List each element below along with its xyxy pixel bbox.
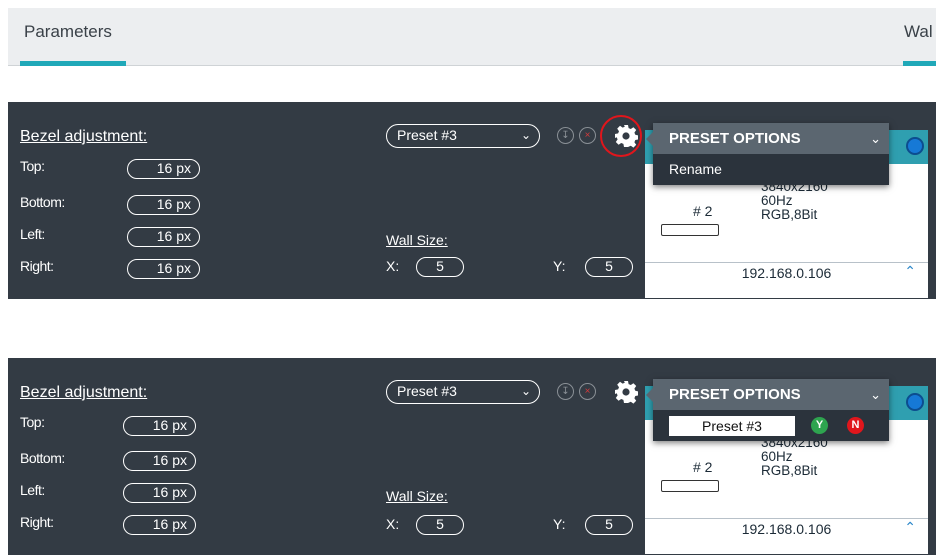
bezel-top-label: Top: bbox=[20, 158, 45, 174]
bezel-adjustment-title: Bezel adjustment: bbox=[20, 384, 148, 401]
monitor-id: # 2 bbox=[693, 459, 713, 475]
menu-pointer bbox=[646, 132, 653, 146]
status-indicator-icon[interactable] bbox=[906, 393, 924, 411]
bezel-right-input[interactable]: 16 px bbox=[127, 259, 200, 279]
ip-address: 192.168.0.106 bbox=[741, 521, 832, 537]
chevron-down-icon: ⌄ bbox=[870, 131, 881, 146]
tab-parameters-active-indicator bbox=[20, 61, 126, 66]
download-icon[interactable]: ↧ bbox=[557, 383, 574, 400]
bezel-top-input[interactable]: 16 px bbox=[123, 416, 196, 436]
monitor-specs: 3840x2160 60Hz RGB,8Bit bbox=[761, 180, 828, 222]
ip-address: 192.168.0.106 bbox=[741, 265, 832, 281]
tab-wall[interactable]: Wal bbox=[904, 22, 933, 42]
highlight-circle bbox=[600, 115, 642, 157]
cancel-no-button[interactable]: N bbox=[847, 417, 864, 434]
bezel-right-input[interactable]: 16 px bbox=[123, 515, 196, 535]
chevron-down-icon: ⌄ bbox=[520, 384, 531, 398]
wall-x-input[interactable]: 5 bbox=[416, 515, 464, 535]
chevron-up-icon[interactable]: ⌃ bbox=[904, 261, 916, 281]
preset-select-value: Preset #3 bbox=[397, 127, 457, 143]
rename-row: Preset #3 Y N bbox=[653, 410, 889, 441]
wall-y-label: Y: bbox=[553, 516, 566, 532]
bezel-bottom-input[interactable]: 16 px bbox=[123, 451, 196, 471]
confirm-yes-button[interactable]: Y bbox=[811, 417, 828, 434]
bezel-right-label: Right: bbox=[20, 258, 54, 274]
menu-pointer bbox=[646, 388, 653, 402]
bezel-left-input[interactable]: 16 px bbox=[123, 483, 196, 503]
wall-size-label: Wall Size: bbox=[386, 232, 448, 248]
wall-x-input[interactable]: 5 bbox=[416, 257, 464, 277]
chevron-down-icon: ⌄ bbox=[870, 387, 881, 402]
download-icon[interactable]: ↧ bbox=[557, 127, 574, 144]
preset-options-header[interactable]: PRESET OPTIONS ⌄ bbox=[653, 379, 889, 410]
wall-y-input[interactable]: 5 bbox=[585, 257, 633, 277]
device-icon bbox=[661, 480, 719, 492]
preset-select-value: Preset #3 bbox=[397, 383, 457, 399]
bezel-top-label: Top: bbox=[20, 414, 45, 430]
preset-select[interactable]: Preset #3 ⌄ bbox=[386, 380, 540, 404]
bezel-bottom-input[interactable]: 16 px bbox=[127, 195, 200, 215]
wall-size-label: Wall Size: bbox=[386, 488, 448, 504]
wall-y-input[interactable]: 5 bbox=[585, 515, 633, 535]
bezel-bottom-label: Bottom: bbox=[20, 450, 65, 466]
preset-panel-2: Bezel adjustment: Top: 16 px Bottom: 16 … bbox=[8, 358, 936, 555]
preset-select[interactable]: Preset #3 ⌄ bbox=[386, 124, 540, 148]
wall-y-label: Y: bbox=[553, 258, 566, 274]
bezel-right-label: Right: bbox=[20, 514, 54, 530]
color-format-text: RGB,8Bit bbox=[761, 463, 818, 478]
bezel-adjustment-title: Bezel adjustment: bbox=[20, 128, 148, 145]
monitor-specs: 3840x2160 60Hz RGB,8Bit bbox=[761, 436, 828, 478]
gear-icon[interactable] bbox=[614, 380, 638, 404]
bezel-left-label: Left: bbox=[20, 226, 45, 242]
preset-options-menu: PRESET OPTIONS ⌄ Preset #3 Y N bbox=[646, 379, 889, 441]
rename-menu-item[interactable]: Rename bbox=[653, 154, 889, 185]
status-indicator-icon[interactable] bbox=[906, 137, 924, 155]
bezel-top-input[interactable]: 16 px bbox=[127, 159, 200, 179]
bezel-left-label: Left: bbox=[20, 482, 45, 498]
color-format-text: RGB,8Bit bbox=[761, 207, 818, 222]
preset-panel-1: Bezel adjustment: Top: 16 px Bottom: 16 … bbox=[8, 102, 936, 299]
close-icon[interactable]: × bbox=[579, 127, 596, 144]
tab-parameters[interactable]: Parameters bbox=[24, 22, 112, 42]
preset-options-header[interactable]: PRESET OPTIONS ⌄ bbox=[653, 123, 889, 154]
ip-address-row: 192.168.0.106 ⌃ bbox=[645, 518, 928, 538]
close-icon[interactable]: × bbox=[579, 383, 596, 400]
chevron-down-icon: ⌄ bbox=[520, 128, 531, 142]
preset-options-menu: PRESET OPTIONS ⌄ Rename bbox=[646, 123, 889, 185]
chevron-up-icon[interactable]: ⌃ bbox=[904, 517, 916, 537]
ip-address-row: 192.168.0.106 ⌃ bbox=[645, 262, 928, 282]
bezel-left-input[interactable]: 16 px bbox=[127, 227, 200, 247]
preset-options-title: PRESET OPTIONS bbox=[669, 386, 801, 403]
device-icon bbox=[661, 224, 719, 236]
monitor-id: # 2 bbox=[693, 203, 713, 219]
rename-input[interactable]: Preset #3 bbox=[669, 416, 795, 436]
wall-x-label: X: bbox=[386, 258, 400, 274]
top-tab-bar: Parameters Wal bbox=[8, 8, 936, 66]
bezel-bottom-label: Bottom: bbox=[20, 194, 65, 210]
preset-options-title: PRESET OPTIONS bbox=[669, 130, 801, 147]
refresh-rate-text: 60Hz bbox=[761, 449, 793, 464]
wall-x-label: X: bbox=[386, 516, 400, 532]
tab-wall-active-indicator bbox=[903, 61, 936, 66]
refresh-rate-text: 60Hz bbox=[761, 193, 793, 208]
